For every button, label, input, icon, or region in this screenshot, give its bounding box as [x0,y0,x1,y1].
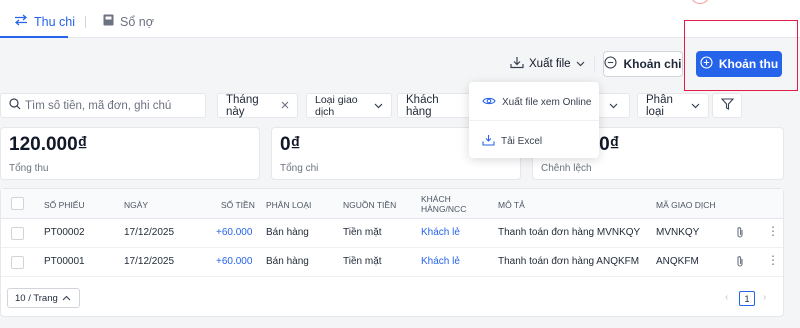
page-size-label: 10 / Trang [15,292,58,304]
eye-icon [482,96,496,109]
row-checkbox[interactable] [11,256,24,269]
table-row[interactable]: PT00002 17/12/2025 +60.000 Bán hàng Tiền… [1,219,783,248]
close-icon[interactable] [281,100,289,112]
column-header: Phân loại [266,200,312,210]
download-icon [510,56,524,72]
chevron-down-icon [374,100,383,112]
search-icon [9,98,21,113]
attachment-icon[interactable] [735,255,745,271]
tab-label: Thu chi [34,14,75,29]
page-number[interactable]: 1 [739,291,755,306]
expense-label: Khoản chi [623,57,682,71]
more-options-icon[interactable]: ⋮ [767,254,779,266]
category: Bán hàng [266,256,309,267]
add-expense-button[interactable]: Khoản chi [603,51,683,77]
stat-label: Chênh lệch [541,163,592,174]
column-header: Số phiếu [44,200,85,210]
chevron-left-icon[interactable]: ‹ [725,292,728,303]
category-label: Phân loại [646,93,673,118]
money-source: Tiền mặt [343,227,382,238]
tabs-bar: Thu chi Sổ nợ [0,0,800,38]
table-row[interactable]: PT00001 17/12/2025 +60.000 Bán hàng Tiền… [1,248,783,277]
customer-select[interactable]: Khách hàng [397,93,473,118]
avatar[interactable] [690,0,710,4]
column-header: Khách hàng/NCC [421,194,467,214]
tab-so-no[interactable]: Sổ nợ [103,14,154,29]
stat-label: Tổng chi [280,163,319,174]
tab-label: Sổ nợ [120,14,154,29]
download-icon [482,134,495,149]
column-header: Ngày [124,200,149,210]
search-box[interactable] [0,93,206,118]
filter-button[interactable] [712,93,742,118]
filter-icon [720,98,734,113]
more-options-icon[interactable]: ⋮ [767,225,779,237]
description: Thanh toán đơn hàng MVNKQY [498,227,641,238]
menu-divider [469,120,599,121]
chevron-down-icon [609,100,618,112]
column-header: Số tiền [221,200,255,210]
column-header: Mô tả [498,200,525,210]
transaction-code: ANQKFM [656,256,699,267]
select-all-checkbox[interactable] [11,197,24,210]
toolbar-divider [594,56,595,72]
amount: +60.000 [216,227,253,238]
export-label: Xuất file [529,58,571,70]
menu-item-export-online[interactable]: Xuất file xem Online [482,96,592,109]
export-button[interactable]: Xuất file [510,52,585,76]
category: Bán hàng [266,227,309,238]
category-select[interactable]: Phân loại [637,93,709,118]
stat-card-total-income: 120.000₫ Tổng thu [0,127,260,180]
search-input[interactable] [25,99,205,112]
export-dropdown-menu: Xuất file xem Online Tải Excel [469,82,599,158]
transactions-table: Số phiếu Ngày Số tiền Phân loại Nguồn ti… [0,188,784,317]
date: 17/12/2025 [124,256,175,267]
table-header: Số phiếu Ngày Số tiền Phân loại Nguồn ti… [1,189,783,219]
attachment-icon[interactable] [735,226,745,242]
column-header: Mã giao dịch [656,200,716,210]
menu-item-download-excel[interactable]: Tải Excel [482,134,542,149]
chevron-down-icon [691,100,700,112]
stat-value: 120.000₫ [9,134,88,155]
chevron-up-icon [62,293,71,304]
minus-circle-icon [604,56,618,72]
stat-value: 0₫ [280,134,301,155]
date: 17/12/2025 [124,227,175,238]
book-icon [103,14,114,29]
chevron-down-icon [576,58,585,70]
chevron-right-icon[interactable]: › [763,292,766,303]
page-size-select[interactable]: 10 / Trang [7,288,80,308]
row-checkbox[interactable] [11,227,24,240]
menu-item-label: Xuất file xem Online [502,97,592,108]
customer-label: Khách hàng [406,93,439,118]
transaction-type-select[interactable]: Loại giao dịch [306,93,392,118]
column-header: Nguồn tiền [343,200,397,210]
swap-arrows-icon [14,14,28,29]
month-filter-label: Tháng này [226,93,259,118]
hidden-filter-select[interactable] [596,93,630,118]
stat-label: Tổng thu [9,163,49,174]
transaction-type-label: Loại giao dịch [315,93,358,118]
transaction-code: MVNKQY [656,227,700,238]
description: Thanh toán đơn hàng ANQKFM [498,256,640,267]
highlight-box [684,20,798,91]
money-source: Tiền mặt [343,256,382,267]
customer-link[interactable]: Khách lẻ [421,256,460,267]
active-tab-indicator [0,36,68,38]
voucher-number: PT00002 [44,227,85,238]
tab-divider [85,16,86,28]
tab-thu-chi[interactable]: Thu chi [14,14,75,29]
customer-link[interactable]: Khách lẻ [421,227,460,238]
amount: +60.000 [216,256,253,267]
menu-item-label: Tải Excel [501,136,543,147]
voucher-number: PT00001 [44,256,85,267]
month-filter-chip[interactable]: Tháng này [217,93,298,118]
